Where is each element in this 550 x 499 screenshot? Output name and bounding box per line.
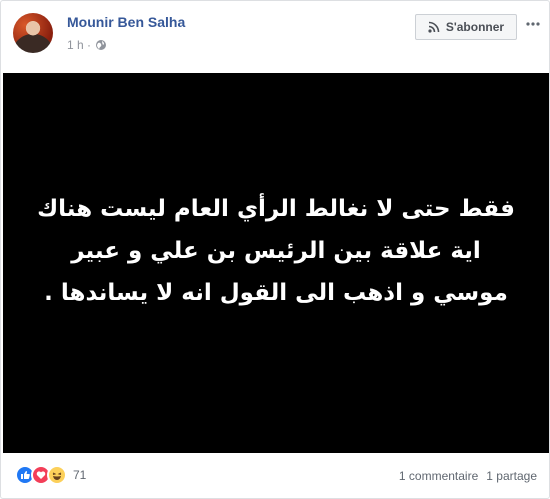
author-avatar[interactable] bbox=[13, 13, 53, 53]
post-image-text: فقط حتى لا نغالط الرأي العام ليست هناك ا… bbox=[37, 195, 515, 306]
post-image[interactable]: فقط حتى لا نغالط الرأي العام ليست هناك ا… bbox=[3, 73, 549, 453]
post-time[interactable]: 1 h · bbox=[67, 38, 91, 52]
globe-icon bbox=[96, 40, 107, 50]
reaction-count: 71 bbox=[73, 468, 87, 482]
reactions-summary[interactable]: 71 bbox=[15, 465, 86, 485]
post-header: Mounir Ben Salha 1 h · S'abonner bbox=[1, 1, 549, 71]
post-card: Mounir Ben Salha 1 h · S'abonner فقط حتى… bbox=[0, 0, 550, 499]
author-name[interactable]: Mounir Ben Salha bbox=[67, 14, 185, 30]
comments-link[interactable]: 1 commentaire bbox=[399, 469, 478, 483]
rss-icon bbox=[428, 21, 440, 33]
post-footer: 71 1 commentaire 1 partage bbox=[1, 456, 549, 496]
post-meta: 1 h · bbox=[67, 38, 107, 52]
more-options-icon[interactable] bbox=[526, 19, 540, 29]
haha-icon bbox=[47, 465, 67, 485]
subscribe-button[interactable]: S'abonner bbox=[415, 14, 517, 40]
engagement-counts: 1 commentaire 1 partage bbox=[399, 469, 537, 483]
shares-link[interactable]: 1 partage bbox=[486, 469, 537, 483]
subscribe-label: S'abonner bbox=[445, 20, 505, 34]
